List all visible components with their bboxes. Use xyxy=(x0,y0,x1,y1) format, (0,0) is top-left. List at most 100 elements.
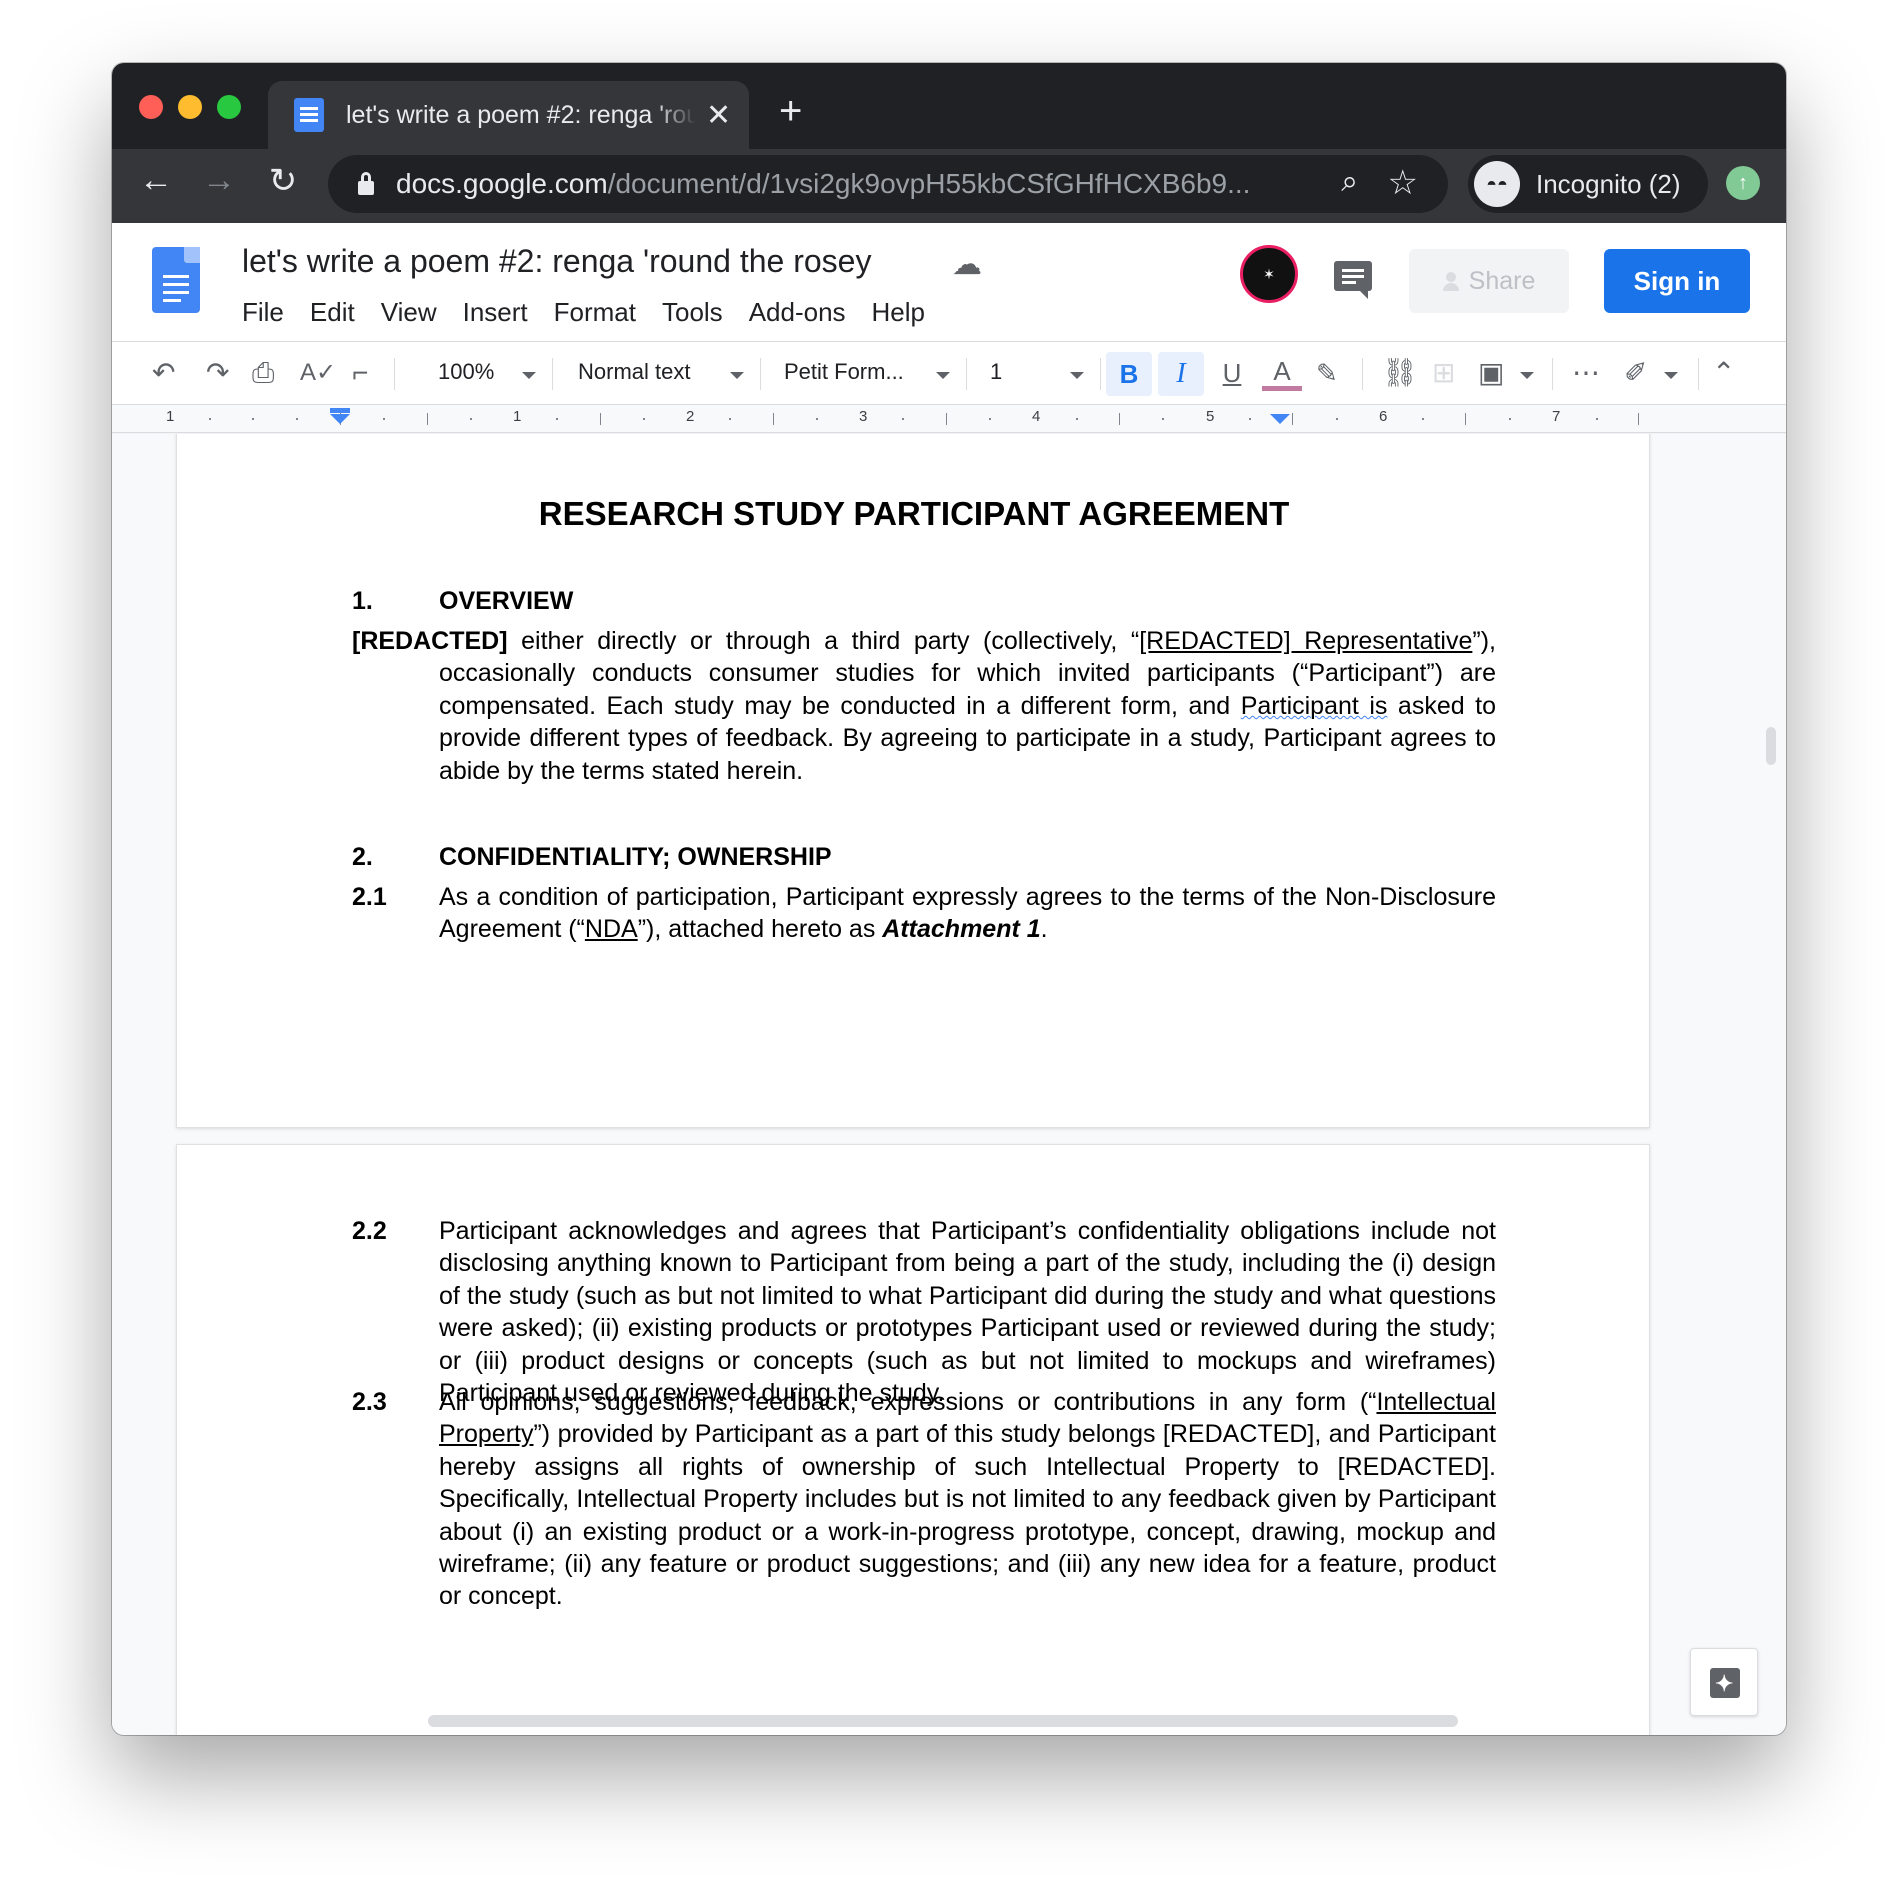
menu-file[interactable]: File xyxy=(242,297,284,328)
back-button[interactable]: ← xyxy=(133,161,179,200)
ruler-dot xyxy=(383,418,385,420)
spellcheck-icon[interactable]: A✓ xyxy=(300,356,336,390)
zoom-select[interactable]: 100% xyxy=(438,359,494,385)
redo-icon[interactable]: ↷ xyxy=(206,356,229,390)
comments-icon[interactable] xyxy=(1334,261,1372,299)
browser-tab[interactable]: let's write a poem #2: renga 'round the … xyxy=(268,81,749,149)
clause-2-3-paragraph[interactable]: All opinions, suggestions, feedback, exp… xyxy=(439,1386,1496,1613)
text-color-button[interactable]: A xyxy=(1262,356,1302,391)
new-tab-button[interactable]: + xyxy=(779,91,802,131)
menu-addons[interactable]: Add-ons xyxy=(749,297,846,328)
share-button[interactable]: Share xyxy=(1409,249,1569,313)
url-host: docs.google.com xyxy=(396,168,608,199)
style-select[interactable]: Normal text xyxy=(578,359,690,385)
incognito-indicator[interactable]: ◓◓ Incognito (2) xyxy=(1468,155,1708,213)
document-page[interactable]: 2.2 Participant acknowledges and agrees … xyxy=(176,1144,1650,1735)
zoom-caret-icon[interactable] xyxy=(522,372,536,379)
ruler[interactable]: 1 1 2 3 4 5 6 7 xyxy=(112,405,1786,433)
vertical-scrollbar-thumb[interactable] xyxy=(1766,727,1776,765)
font-size-select[interactable]: 1 xyxy=(990,359,1002,385)
ruler-dot xyxy=(1509,418,1511,420)
ruler-number: 1 xyxy=(513,408,522,425)
first-line-indent-marker[interactable] xyxy=(330,408,350,413)
menu-view[interactable]: View xyxy=(381,297,437,328)
ruler-tick xyxy=(1119,413,1120,425)
close-window-button[interactable] xyxy=(139,95,163,119)
ruler-number: 6 xyxy=(1379,408,1388,425)
cloud-status-icon[interactable]: ☁ xyxy=(952,247,988,283)
ruler-dot xyxy=(902,418,904,420)
toolbar-divider xyxy=(1552,358,1553,390)
menu-help[interactable]: Help xyxy=(872,297,925,328)
add-comment-icon[interactable]: ⊞ xyxy=(1432,356,1455,390)
ruler-tick xyxy=(946,413,947,425)
toolbar-divider xyxy=(1698,358,1699,390)
menu-insert[interactable]: Insert xyxy=(463,297,528,328)
menu-edit[interactable]: Edit xyxy=(310,297,355,328)
undo-icon[interactable]: ↶ xyxy=(152,356,175,390)
right-indent-marker[interactable] xyxy=(1270,414,1290,424)
update-arrow-icon[interactable]: ↑ xyxy=(1726,166,1760,200)
ruler-dot xyxy=(1162,418,1164,420)
close-tab-icon[interactable]: ✕ xyxy=(706,98,731,133)
ruler-dot xyxy=(1076,418,1078,420)
ruler-tick xyxy=(1465,413,1466,425)
clause-2-1-paragraph[interactable]: As a condition of participation, Partici… xyxy=(439,881,1496,946)
toolbar-divider xyxy=(394,358,395,390)
incognito-label: Incognito (2) xyxy=(1536,168,1681,199)
style-caret-icon[interactable] xyxy=(730,372,744,379)
ruler-dot xyxy=(556,418,558,420)
left-indent-marker[interactable] xyxy=(330,414,350,424)
sign-in-button[interactable]: Sign in xyxy=(1604,249,1750,313)
underline-button[interactable]: U xyxy=(1212,356,1252,390)
ruler-number: 7 xyxy=(1552,408,1561,425)
clause-2-2-paragraph[interactable]: Participant acknowledges and agrees that… xyxy=(439,1215,1496,1409)
explore-button[interactable]: ✦ xyxy=(1690,1648,1758,1716)
redacted-party: [REDACTED] xyxy=(352,627,508,655)
nda-term: NDA xyxy=(584,915,638,944)
zoom-icon[interactable]: ⌕ xyxy=(1341,165,1358,199)
menu-format[interactable]: Format xyxy=(554,297,636,328)
maximize-window-button[interactable] xyxy=(217,95,241,119)
font-size-caret-icon[interactable] xyxy=(1070,372,1084,379)
image-caret-icon[interactable] xyxy=(1520,372,1534,379)
toolbar-divider xyxy=(760,358,761,390)
clause-number: 2.1 xyxy=(352,883,387,911)
font-caret-icon[interactable] xyxy=(936,372,950,379)
representative-term: [REDACTED] Representative xyxy=(1139,627,1473,655)
more-options-icon[interactable]: ⋯ xyxy=(1572,356,1600,390)
ruler-dot xyxy=(470,418,472,420)
print-icon[interactable]: ⎙ xyxy=(252,356,274,390)
editing-mode-caret-icon[interactable] xyxy=(1664,372,1678,379)
ruler-number: 5 xyxy=(1206,408,1215,425)
forward-button[interactable]: → xyxy=(196,161,242,200)
highlight-pen-icon[interactable]: ✎ xyxy=(1316,356,1338,390)
minimize-window-button[interactable] xyxy=(178,95,202,119)
bookmark-star-icon[interactable]: ☆ xyxy=(1388,163,1418,203)
document-title[interactable]: let's write a poem #2: renga 'round the … xyxy=(242,243,871,280)
horizontal-scrollbar-thumb[interactable] xyxy=(428,1715,1458,1727)
clause-number: 2.3 xyxy=(352,1388,387,1416)
editing-mode-icon[interactable]: ✐ xyxy=(1624,356,1647,390)
tab-title: let's write a poem #2: renga 'round the … xyxy=(346,100,696,129)
overview-paragraph[interactable]: [REDACTED] either directly or through a … xyxy=(352,625,1496,787)
section-number: 2. xyxy=(352,843,373,871)
reload-button[interactable]: ↻ xyxy=(260,161,306,201)
bold-button[interactable]: B xyxy=(1106,352,1152,396)
font-select[interactable]: Petit Form... xyxy=(784,359,904,385)
toolbar-divider xyxy=(552,358,553,390)
collaborator-avatar[interactable]: ✶ xyxy=(1240,245,1298,303)
insert-image-icon[interactable]: ▣ xyxy=(1478,356,1504,390)
paint-format-icon[interactable]: ⌐ xyxy=(352,356,368,390)
document-canvas[interactable]: RESEARCH STUDY PARTICIPANT AGREEMENT 1. … xyxy=(112,434,1786,1735)
address-bar[interactable]: docs.google.com /document/d/1vsi2gk9ovpH… xyxy=(328,155,1448,213)
spelling-suggestion[interactable]: Participant is xyxy=(1241,692,1388,720)
document-page[interactable]: RESEARCH STUDY PARTICIPANT AGREEMENT 1. … xyxy=(176,434,1650,1128)
ruler-tick xyxy=(1292,413,1293,425)
menu-tools[interactable]: Tools xyxy=(662,297,723,328)
link-icon[interactable]: ⛓ xyxy=(1382,356,1418,390)
docs-logo-icon[interactable] xyxy=(152,247,200,313)
italic-button[interactable]: I xyxy=(1158,352,1204,396)
collapse-toolbar-icon[interactable]: ⌃ xyxy=(1712,356,1735,390)
document-heading: RESEARCH STUDY PARTICIPANT AGREEMENT xyxy=(538,495,1290,532)
